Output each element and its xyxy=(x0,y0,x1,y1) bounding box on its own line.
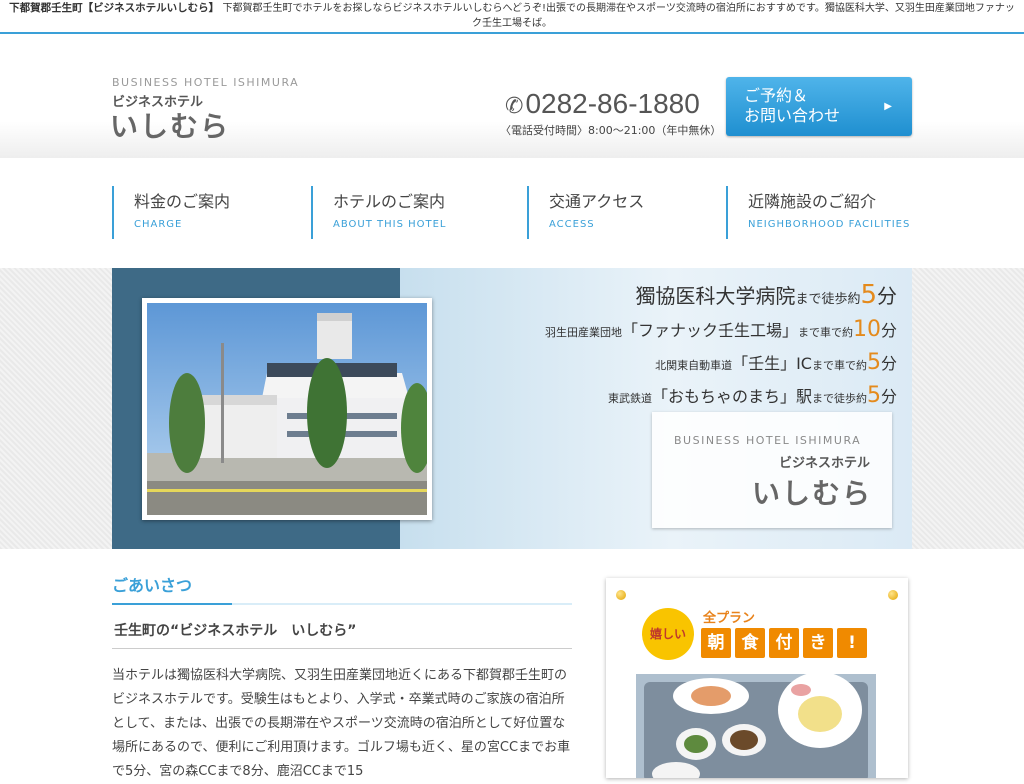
nav-item-about[interactable]: ホテルのご案内 ABOUT THIS HOTEL xyxy=(311,186,523,239)
breakfast-char: 朝 xyxy=(701,628,731,658)
top-intro-bar: 下都賀郡壬生町【ビジネスホテルいしむら】 下都賀郡壬生町でホテルをお探しならビジ… xyxy=(0,0,1024,34)
nav-item-charge[interactable]: 料金のご案内 CHARGE xyxy=(112,186,307,239)
nav-label: ホテルのご案内 xyxy=(333,192,446,211)
greeting-divider xyxy=(112,603,572,605)
access-line-ic: 北関東自動車道「壬生」ICまで車で約5分 xyxy=(655,350,897,375)
nav-label: 交通アクセス xyxy=(549,192,645,211)
nav-sublabel: ACCESS xyxy=(549,219,595,230)
contact-button[interactable]: ご予約＆ お問い合わせ ▶ xyxy=(726,77,912,136)
site-description: 下都賀郡壬生町でホテルをお探しならビジネスホテルいしむらへどうぞ!出張での長期滞… xyxy=(222,3,1015,29)
breakfast-included-label: 朝 食 付 き ! xyxy=(701,628,867,658)
subtitle-divider xyxy=(112,648,572,649)
nav-item-access[interactable]: 交通アクセス ACCESS xyxy=(527,186,722,239)
pin-icon xyxy=(616,590,626,600)
hotel-photo xyxy=(142,298,432,520)
chevron-right-icon: ▶ xyxy=(884,101,892,112)
access-line-station: 東武鉄道「おもちゃのまち」駅まで徒歩約5分 xyxy=(607,383,897,408)
hotel-photo-image xyxy=(147,303,427,515)
hero-inner: 獨協医科大学病院まで徒歩約5分 羽生田産業団地「ファナック壬生工場」まで車で約1… xyxy=(112,268,912,549)
hero-banner: 獨協医科大学病院まで徒歩約5分 羽生田産業団地「ファナック壬生工場」まで車で約1… xyxy=(0,268,1024,549)
phone-icon: ✆ xyxy=(505,93,524,118)
nav-label: 料金のご案内 xyxy=(134,192,231,211)
pin-icon xyxy=(888,590,898,600)
greeting-subtitle: 壬生町の“ビジネスホテル いしむら” xyxy=(114,623,357,639)
hero-logo-box: BUSINESS HOTEL ISHIMURA ビジネスホテル いしむら xyxy=(652,412,892,528)
nav-sublabel: CHARGE xyxy=(134,219,183,230)
main-nav: 料金のご案内 CHARGE ホテルのご案内 ABOUT THIS HOTEL 交… xyxy=(0,160,1024,268)
phone-hours: 〈電話受付時間〉8:00〜21:00（年中無休） xyxy=(500,124,722,137)
nav-sublabel: ABOUT THIS HOTEL xyxy=(333,219,447,230)
access-line-hospital: 獨協医科大学病院まで徒歩約5分 xyxy=(635,280,897,310)
hero-logo-english: BUSINESS HOTEL ISHIMURA xyxy=(674,434,862,447)
breakfast-char: き xyxy=(803,628,833,658)
nav-sublabel: NEIGHBORHOOD FACILITIES xyxy=(748,219,911,230)
breakfast-promo[interactable]: 嬉しい 全プラン 朝 食 付 き ! xyxy=(606,578,908,778)
nav-label: 近隣施設のご紹介 xyxy=(748,192,877,211)
hero-logo-jp-big: いしむら xyxy=(751,477,872,510)
breakfast-char: 食 xyxy=(735,628,765,658)
logo-english[interactable]: BUSINESS HOTEL ISHIMURA xyxy=(112,76,299,89)
hero-access-info: 獨協医科大学病院まで徒歩約5分 羽生田産業団地「ファナック壬生工場」まで車で約1… xyxy=(545,280,897,414)
site-title: 下都賀郡壬生町【ビジネスホテルいしむら】 xyxy=(9,2,220,14)
greeting-body: 当ホテルは獨協医科大学病院、又羽生田産業団地近くにある下都賀郡壬生町のビジネスホ… xyxy=(112,668,571,779)
breakfast-char: 付 xyxy=(769,628,799,658)
nav-item-neighborhood[interactable]: 近隣施設のご紹介 NEIGHBORHOOD FACILITIES xyxy=(726,186,916,239)
header: BUSINESS HOTEL ISHIMURA ビジネスホテル いしむら ✆02… xyxy=(0,36,1024,158)
breakfast-char: ! xyxy=(837,628,867,658)
access-line-fanuc: 羽生田産業団地「ファナック壬生工場」まで車で約10分 xyxy=(544,317,897,342)
greeting-heading: ごあいさつ xyxy=(112,576,193,595)
plan-label: 全プラン xyxy=(703,611,756,626)
phone-text: 0282-86-1880 xyxy=(525,88,700,119)
breakfast-photo xyxy=(636,674,876,778)
logo-jp-big[interactable]: いしむら xyxy=(110,105,230,145)
hero-logo-jp-small: ビジネスホテル xyxy=(778,456,870,471)
promo-badge: 嬉しい xyxy=(642,608,694,660)
phone-number[interactable]: ✆0282-86-1880 xyxy=(505,88,700,120)
